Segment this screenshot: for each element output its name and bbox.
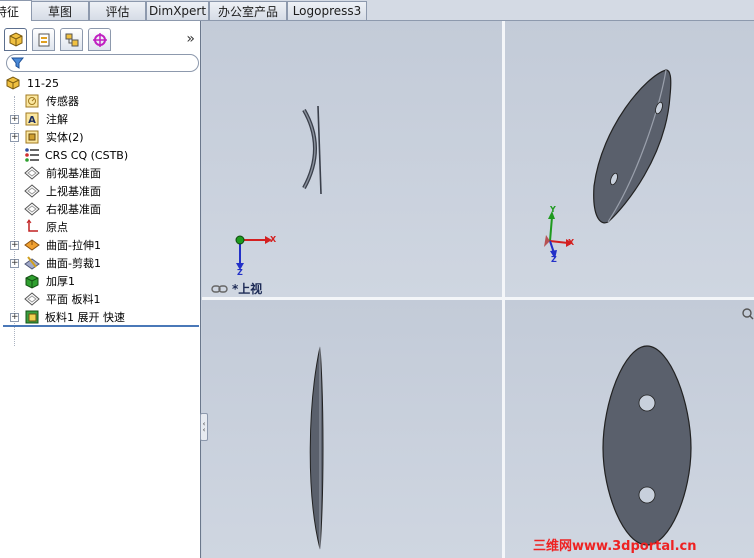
tree-item-material[interactable]: CRS CQ (CSTB) <box>0 146 200 164</box>
expand-toggle[interactable]: + <box>10 312 19 322</box>
panel-collapse-handle[interactable]: ‹ ‹ <box>200 413 208 441</box>
tree-rollback-bar[interactable] <box>3 325 199 327</box>
tree-item-front-plane[interactable]: 前视基准面 <box>0 164 200 182</box>
axis-z-label: Z <box>237 268 243 277</box>
feature-manager-icon <box>9 31 22 47</box>
feature-manager-panel: » 11-25 传感器 + A 注解 + 实体(2) CRS CQ (CSTB)… <box>0 21 201 558</box>
command-manager-tabs: 特征 草图 评估 DimXpert 办公室产品 Logopress3 <box>0 0 754 21</box>
sheet-flatten-icon <box>25 310 39 324</box>
tree-item-label: 原点 <box>46 221 68 234</box>
part-isometric-view <box>593 69 672 224</box>
tree-item-label: 实体(2) <box>46 131 84 144</box>
tree-item-origin[interactable]: 原点 <box>0 218 200 236</box>
tree-item-label: 右视基准面 <box>46 203 101 216</box>
axis-x-label: X <box>568 238 575 247</box>
dimxpert-manager-tab[interactable] <box>88 28 111 51</box>
part-top-view <box>302 105 322 195</box>
configuration-manager-icon <box>65 33 78 46</box>
filter-icon <box>11 57 24 69</box>
feature-filter-input[interactable] <box>6 54 199 72</box>
property-manager-icon <box>38 33 49 46</box>
tree-item-label: 注解 <box>46 113 68 126</box>
expand-toggle[interactable]: + <box>10 258 19 268</box>
plane-icon <box>24 202 40 216</box>
surface-trim-icon <box>24 256 40 270</box>
plane-icon <box>24 292 40 306</box>
tree-item-solid-bodies[interactable]: + 实体(2) <box>0 128 200 146</box>
viewport-bottom-left[interactable] <box>202 300 502 558</box>
tree-item-annotations[interactable]: + A 注解 <box>0 110 200 128</box>
tab-sketch-label: 草图 <box>47 4 72 19</box>
dimxpert-manager-icon <box>92 32 107 47</box>
tree-item-label: 平面 板料1 <box>46 293 101 306</box>
expand-toggle[interactable]: + <box>10 132 19 142</box>
tab-features-label: 特征 <box>0 4 20 19</box>
sensor-icon <box>25 94 39 108</box>
tree-item-thicken[interactable]: 加厚1 <box>0 272 200 290</box>
tab-evaluate-label: 评估 <box>105 4 130 19</box>
tab-logopress3-label: Logopress3 <box>292 4 362 18</box>
axis-x-label: X <box>270 235 277 244</box>
tab-dimxpert[interactable]: DimXpert <box>146 1 209 20</box>
tree-item-surface-trim[interactable]: + 曲面-剪裁1 <box>0 254 200 272</box>
viewport-options-icon[interactable] <box>741 307 754 320</box>
tree-item-sheet-flatten[interactable]: + 板料1 展开 快速 <box>0 308 200 326</box>
svg-text:A: A <box>28 115 36 126</box>
panel-more-chevron[interactable]: » <box>186 31 195 47</box>
axis-z-label: Z <box>551 255 557 264</box>
property-manager-tab[interactable] <box>32 28 55 51</box>
part-side-view <box>309 346 324 550</box>
material-icon <box>25 148 39 162</box>
tab-logopress3[interactable]: Logopress3 <box>287 1 367 20</box>
tree-item-label: 前视基准面 <box>46 167 101 180</box>
tree-item-part[interactable]: 11-25 <box>0 74 200 92</box>
tree-item-sensors[interactable]: 传感器 <box>0 92 200 110</box>
tab-features[interactable]: 特征 <box>0 0 32 21</box>
part-icon <box>6 76 20 90</box>
viewport-vertical-splitter[interactable] <box>502 21 505 558</box>
expand-toggle[interactable]: + <box>10 114 19 124</box>
tree-item-label: 板料1 展开 快速 <box>45 311 125 324</box>
tree-item-label: 曲面-拉伸1 <box>46 239 101 252</box>
tab-office-products[interactable]: 办公室产品 <box>209 1 287 20</box>
tree-item-plane-sheet[interactable]: 平面 板料1 <box>0 290 200 308</box>
thicken-icon <box>25 274 39 289</box>
plane-icon <box>24 166 40 180</box>
tree-item-label: CRS CQ (CSTB) <box>45 148 129 162</box>
solid-bodies-icon <box>25 130 39 144</box>
configuration-manager-tab[interactable] <box>60 28 83 51</box>
plane-icon <box>24 184 40 198</box>
tree-item-label: 上视基准面 <box>46 185 101 198</box>
watermark-text: 三维网www.3dportal.cn <box>533 539 697 554</box>
axis-triad-isometric <box>544 211 573 259</box>
manager-tabs: » <box>4 28 199 52</box>
tree-item-label: 加厚1 <box>46 275 75 288</box>
viewport-horizontal-splitter[interactable] <box>202 297 754 300</box>
expand-toggle[interactable]: + <box>10 240 19 250</box>
surface-extrude-icon <box>24 239 40 251</box>
tab-sketch[interactable]: 草图 <box>31 1 89 20</box>
view-name: *上视 <box>232 282 263 296</box>
tree-item-right-plane[interactable]: 右视基准面 <box>0 200 200 218</box>
tree-item-label: 传感器 <box>46 95 79 108</box>
part-front-view <box>602 345 692 546</box>
tree-item-label: 11-25 <box>27 76 59 90</box>
tab-office-products-label: 办公室产品 <box>217 4 278 19</box>
tree-item-surface-extrude[interactable]: + 曲面-拉伸1 <box>0 236 200 254</box>
tab-evaluate[interactable]: 评估 <box>89 1 146 20</box>
origin-icon <box>26 219 38 232</box>
annotation-icon: A <box>25 112 39 126</box>
tree-item-top-plane[interactable]: 上视基准面 <box>0 182 200 200</box>
view-orientation-label: *上视 <box>211 280 262 297</box>
tab-dimxpert-label: DimXpert <box>148 4 207 18</box>
feature-manager-tab[interactable] <box>4 28 27 51</box>
axis-y-label: Y <box>550 205 556 214</box>
link-views-icon <box>211 284 228 293</box>
tree-item-label: 曲面-剪裁1 <box>46 257 101 270</box>
